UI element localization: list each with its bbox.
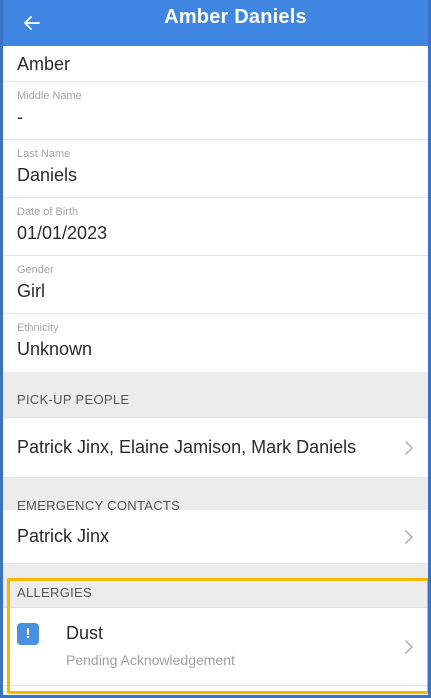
last-name-field: Last Name Daniels: [3, 140, 428, 198]
date-of-birth-label: Date of Birth: [17, 206, 79, 218]
pickup-section-header: PICK-UP PEOPLE: [3, 372, 428, 418]
first-name-value: Amber: [17, 54, 71, 74]
gender-field: Gender Girl: [3, 256, 428, 314]
date-of-birth-value: 01/01/2023: [17, 223, 108, 243]
back-button[interactable]: [17, 8, 47, 38]
gender-value: Girl: [17, 281, 45, 301]
profile-screen: Amber Daniels Amber Middle Name - Last N…: [0, 0, 431, 698]
pickup-section-title: PICK-UP PEOPLE: [17, 392, 130, 407]
middle-name-field: Middle Name -: [3, 82, 428, 140]
chevron-right-icon: [405, 530, 413, 544]
allergies-highlight-box: [7, 578, 428, 694]
arrow-left-icon: [24, 16, 40, 30]
page-title: Amber Daniels: [164, 5, 307, 28]
pickup-people-value: Patrick Jinx, Elaine Jamison, Mark Danie…: [17, 437, 357, 457]
pickup-people-row[interactable]: Patrick Jinx, Elaine Jamison, Mark Danie…: [3, 418, 428, 478]
emergency-contacts-row[interactable]: Patrick Jinx: [3, 510, 428, 564]
app-header: Amber Daniels: [3, 0, 428, 46]
chevron-right-icon: [405, 441, 413, 455]
ethnicity-value: Unknown: [17, 339, 93, 359]
date-of-birth-field: Date of Birth 01/01/2023: [3, 198, 428, 256]
last-name-value: Daniels: [17, 165, 78, 185]
emergency-contacts-value: Patrick Jinx: [17, 526, 110, 546]
ethnicity-label: Ethnicity: [17, 322, 59, 334]
first-name-field: Amber: [3, 46, 428, 82]
last-name-label: Last Name: [17, 148, 71, 160]
middle-name-label: Middle Name: [17, 90, 82, 102]
gender-label: Gender: [17, 264, 54, 276]
ethnicity-field: Ethnicity Unknown: [3, 314, 428, 372]
middle-name-value: -: [17, 107, 23, 127]
